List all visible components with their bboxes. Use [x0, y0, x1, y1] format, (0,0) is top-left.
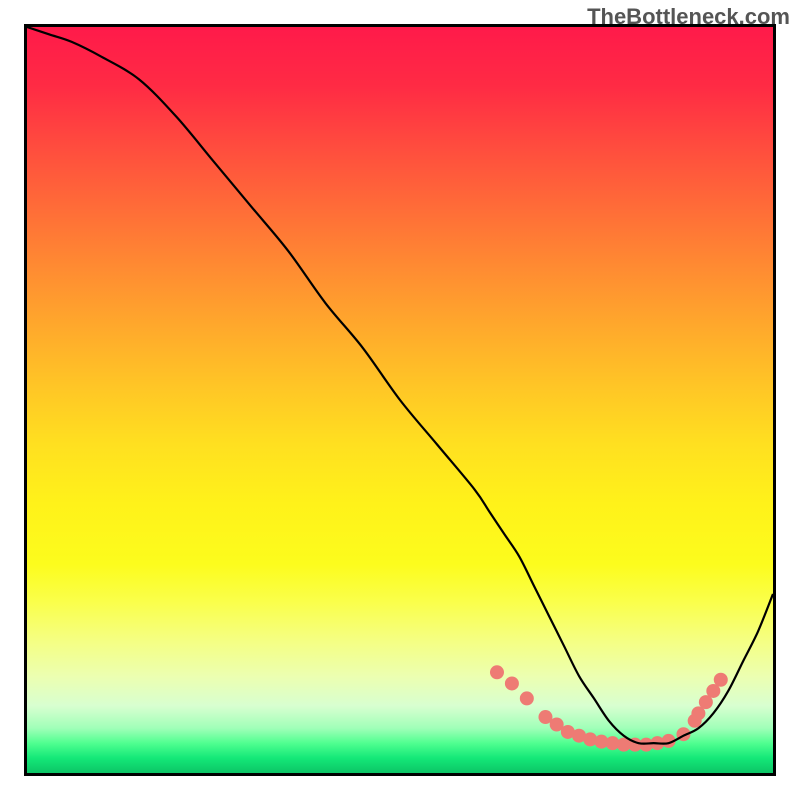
- watermark: TheBottleneck.com: [587, 4, 790, 30]
- data-point-dot: [714, 673, 728, 687]
- data-point-dot: [490, 665, 504, 679]
- chart-svg: [27, 27, 773, 773]
- bottleneck-curve-path: [27, 27, 773, 744]
- data-point-dot: [505, 676, 519, 690]
- data-point-dot: [520, 691, 534, 705]
- data-point-dots: [490, 665, 728, 751]
- chart-frame: [24, 24, 776, 776]
